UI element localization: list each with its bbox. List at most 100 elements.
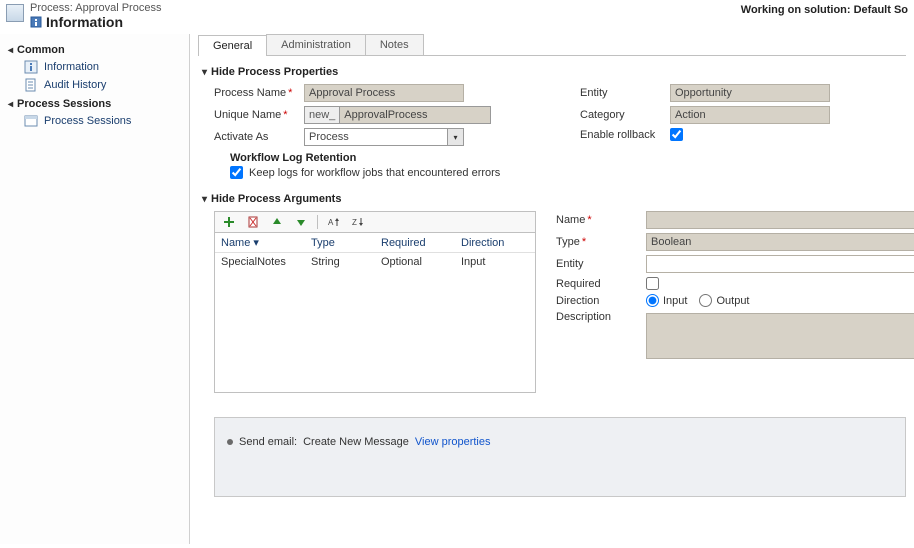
solution-indicator: Working on solution: Default So	[741, 2, 908, 16]
table-row[interactable]: SpecialNotes String Optional Input	[215, 253, 535, 271]
arg-direction-label: Direction	[556, 295, 646, 307]
unique-name-input[interactable]	[339, 106, 491, 124]
arg-entity-label: Entity	[556, 258, 646, 270]
keep-logs-checkbox[interactable]	[230, 166, 243, 179]
steps-panel: Send email: Create New Message View prop…	[214, 417, 906, 497]
properties-right-col: Entity Category Enable rollback	[580, 84, 906, 187]
category-label: Category	[580, 109, 670, 121]
arg-required-label: Required	[556, 278, 646, 290]
arg-name-field[interactable]	[646, 211, 914, 229]
arg-type-value: Boolean	[647, 236, 914, 248]
nav-group-common-label: Common	[17, 44, 65, 56]
cell-name: SpecialNotes	[215, 253, 305, 271]
sort-desc-button[interactable]: Z	[350, 214, 366, 230]
activate-as-label: Activate As	[214, 131, 304, 143]
tab-notes[interactable]: Notes	[365, 34, 424, 55]
col-name[interactable]: Name▾	[215, 233, 305, 252]
col-type[interactable]: Type	[305, 233, 375, 252]
window-header: Process: Approval Process Information Wo…	[0, 0, 914, 34]
sessions-icon	[24, 114, 38, 128]
step-bullet-icon	[227, 439, 233, 445]
move-down-button[interactable]	[293, 214, 309, 230]
arguments-area: A Z Name▾ Type Required Direction Specia…	[198, 211, 906, 393]
step-row[interactable]: Send email: Create New Message View prop…	[227, 436, 893, 448]
section-process-arguments-label: Hide Process Arguments	[211, 193, 341, 205]
header-text: Process: Approval Process Information	[30, 2, 161, 30]
sidebar-item-label: Audit History	[44, 79, 106, 91]
process-type-label: Process: Approval Process	[30, 2, 161, 14]
view-properties-link[interactable]: View properties	[415, 436, 491, 448]
cell-direction: Input	[455, 253, 535, 271]
enable-rollback-checkbox[interactable]	[670, 128, 683, 141]
header-left: Process: Approval Process Information	[6, 2, 161, 30]
cell-type: String	[305, 253, 375, 271]
tab-strip: General Administration Notes	[198, 34, 906, 56]
arg-description-label: Description	[556, 311, 646, 323]
move-up-button[interactable]	[269, 214, 285, 230]
info-glyph-icon	[30, 16, 42, 28]
svg-text:A: A	[328, 218, 334, 227]
sort-indicator-icon: ▾	[253, 236, 259, 249]
process-name-label: Process Name*	[214, 87, 304, 99]
info-icon	[24, 60, 38, 74]
section-process-properties[interactable]: Hide Process Properties	[202, 66, 906, 78]
audit-icon	[24, 78, 38, 92]
properties-form: Process Name* Unique Name* new_ Activate…	[198, 84, 906, 187]
process-icon	[6, 4, 24, 22]
arg-type-label: Type*	[556, 236, 646, 248]
direction-output-option[interactable]: Output	[699, 294, 749, 307]
sidebar-item-information[interactable]: Information	[0, 58, 189, 76]
grid-header: Name▾ Type Required Direction	[215, 233, 535, 253]
col-direction[interactable]: Direction	[455, 233, 535, 252]
sidebar-item-label: Process Sessions	[44, 115, 131, 127]
enable-rollback-label: Enable rollback	[580, 129, 670, 141]
unique-name-field[interactable]: new_	[304, 106, 464, 124]
category-field	[670, 106, 830, 124]
activate-as-value: Process	[305, 131, 447, 143]
unique-name-prefix: new_	[304, 106, 339, 124]
body: Common Information Audit History Process…	[0, 34, 914, 544]
main: General Administration Notes Hide Proces…	[190, 34, 914, 544]
sidebar-item-process-sessions[interactable]: Process Sessions	[0, 112, 189, 130]
step-name: Create New Message	[303, 436, 409, 448]
properties-left-col: Process Name* Unique Name* new_ Activate…	[214, 84, 540, 187]
arg-entity-select[interactable]: ▾	[646, 255, 914, 273]
unique-name-label: Unique Name*	[214, 109, 304, 121]
col-required[interactable]: Required	[375, 233, 455, 252]
arguments-grid[interactable]: Name▾ Type Required Direction SpecialNot…	[214, 233, 536, 393]
step-label: Send email:	[239, 436, 297, 448]
nav-group-sessions[interactable]: Process Sessions	[0, 94, 189, 112]
arg-name-label: Name*	[556, 214, 646, 226]
arguments-grid-panel: A Z Name▾ Type Required Direction Specia…	[214, 211, 536, 393]
arg-description-field[interactable]	[646, 313, 914, 359]
sidebar-item-audit-history[interactable]: Audit History	[0, 76, 189, 94]
tab-administration[interactable]: Administration	[266, 34, 366, 55]
page-title-text: Information	[46, 14, 123, 30]
section-process-properties-label: Hide Process Properties	[211, 66, 338, 78]
activate-as-select[interactable]: Process ▾	[304, 128, 464, 146]
delete-argument-button[interactable]	[245, 214, 261, 230]
section-process-arguments[interactable]: Hide Process Arguments	[202, 193, 906, 205]
sort-asc-button[interactable]: A	[326, 214, 342, 230]
direction-output-radio[interactable]	[699, 294, 712, 307]
arg-type-select[interactable]: Boolean ▾	[646, 233, 914, 251]
nav-group-sessions-label: Process Sessions	[17, 98, 111, 110]
direction-input-radio[interactable]	[646, 294, 659, 307]
process-name-field[interactable]	[304, 84, 464, 102]
sidebar: Common Information Audit History Process…	[0, 34, 190, 544]
nav-group-common[interactable]: Common	[0, 40, 189, 58]
direction-input-option[interactable]: Input	[646, 294, 687, 307]
arguments-toolbar: A Z	[214, 211, 536, 233]
keep-logs-label: Keep logs for workflow jobs that encount…	[249, 167, 500, 179]
sidebar-item-label: Information	[44, 61, 99, 73]
entity-field	[670, 84, 830, 102]
svg-text:Z: Z	[352, 218, 357, 227]
workflow-log-retention-label: Workflow Log Retention	[230, 152, 540, 164]
arg-required-checkbox[interactable]	[646, 277, 659, 290]
tab-general[interactable]: General	[198, 35, 267, 56]
add-argument-button[interactable]	[221, 214, 237, 230]
cell-required: Optional	[375, 253, 455, 271]
argument-detail-panel: Name* Type* Boolean ▾ Entity ▾	[556, 211, 914, 393]
page-title: Information	[30, 14, 161, 30]
entity-label: Entity	[580, 87, 670, 99]
